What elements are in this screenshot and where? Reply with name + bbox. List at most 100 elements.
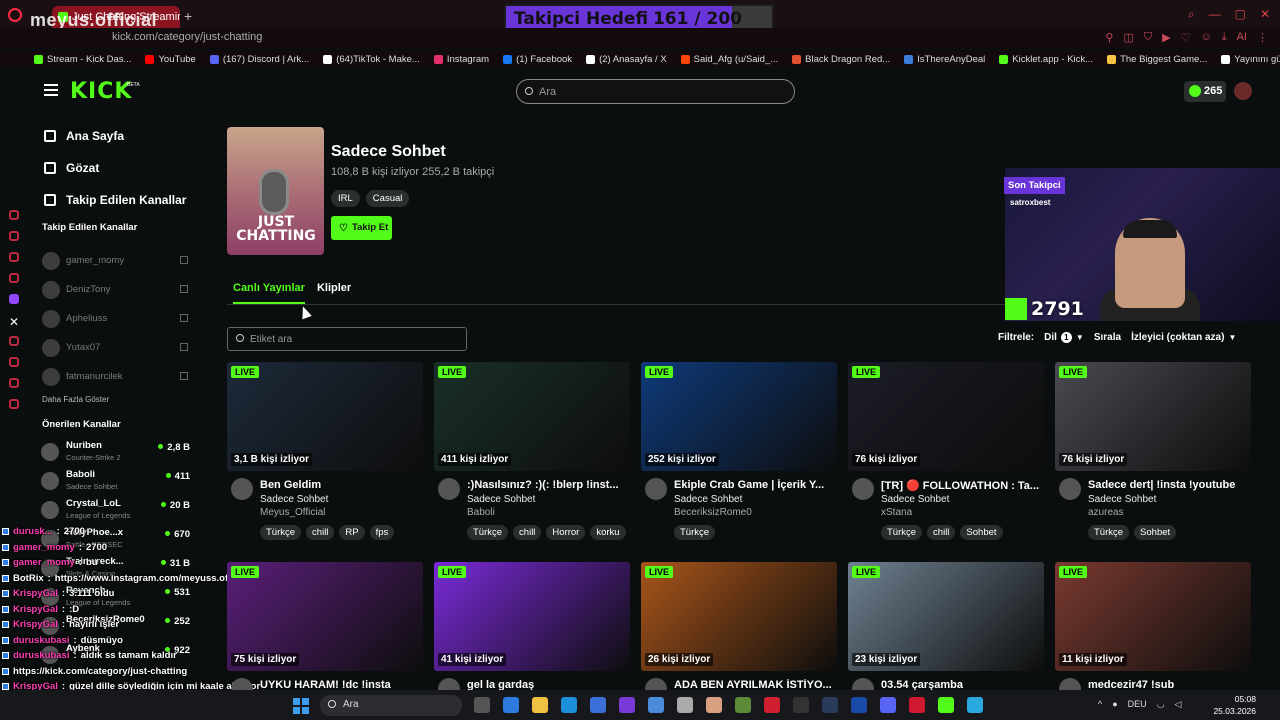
streamer-avatar[interactable] (645, 478, 667, 500)
stream-card[interactable]: LIVE 252 kişi izliyor Ekiple Crab Game | İ… (641, 362, 837, 547)
stream-category[interactable]: Sadece Sohbet (467, 494, 535, 505)
bookmark-item[interactable]: Stream - Kick Das... (34, 54, 131, 65)
tab-live[interactable]: Canlı Yayınlar (233, 282, 305, 304)
maximize-icon[interactable]: ▢ (1235, 7, 1246, 22)
stream-title[interactable]: Ben Geldim (260, 479, 423, 491)
stream-thumbnail[interactable]: LIVE 411 kişi izliyor (434, 362, 630, 471)
bookmark-item[interactable]: Said_Afg (u/Said_... (680, 54, 778, 65)
streamer-avatar[interactable] (852, 478, 874, 500)
stream-category[interactable]: Sadece Sohbet (674, 494, 742, 505)
kick-logo[interactable]: KICK (70, 79, 132, 104)
telegram-icon[interactable] (9, 231, 19, 241)
play-icon[interactable]: ▶ (1162, 31, 1170, 44)
recommended-channel-item[interactable]: Nuriben Counter-Strike 2 2,8 B (40, 437, 190, 466)
stream-title[interactable]: :)Nasılsınız? :)(: !blerp !inst... (467, 479, 630, 491)
stream-thumbnail[interactable]: LIVE 76 kişi izliyor (1055, 362, 1251, 471)
bookmark-item[interactable]: Black Dragon Red... (792, 54, 890, 65)
opera-logo-icon[interactable] (8, 8, 22, 22)
shield-icon[interactable]: ⛉ (1144, 31, 1152, 44)
stream-title[interactable]: Ekiple Crab Game | İçerik Y... (674, 479, 837, 491)
followed-channel-item[interactable]: Apheliuss (42, 304, 190, 333)
streamer-avatar[interactable] (1059, 478, 1081, 500)
stream-tag[interactable]: Türkçe (674, 525, 716, 540)
streamer-avatar[interactable] (231, 478, 253, 500)
whatsapp-icon[interactable] (9, 252, 19, 262)
tab-clips[interactable]: Klipler (317, 282, 351, 304)
stream-tag[interactable]: Horror (546, 525, 586, 540)
followed-channel-item[interactable]: Yutax07 (42, 333, 190, 362)
stream-tag[interactable]: Türkçe (467, 525, 509, 540)
settings-icon[interactable] (9, 399, 19, 409)
stream-title[interactable]: Sadece dert| !insta !youtube (1088, 479, 1251, 491)
stream-thumbnail[interactable]: LIVE 41 kişi izliyor (434, 562, 630, 671)
address-bar[interactable]: kick.com/category/just-chatting ⚲ ◫ ⛉ ▶ … (0, 28, 1280, 48)
github-icon[interactable] (677, 697, 693, 713)
edge-icon[interactable] (561, 697, 577, 713)
messenger-icon[interactable] (9, 210, 19, 220)
widgets-icon[interactable] (503, 697, 519, 713)
epic-games-icon[interactable] (793, 697, 809, 713)
stream-title[interactable]: [TR] 🔴 FOLLOWATHON : Ta... (881, 479, 1044, 492)
discord-icon[interactable] (880, 697, 896, 713)
url-text[interactable]: kick.com/category/just-chatting (112, 31, 262, 43)
bookmark-item[interactable]: Kicklet.app - Kick... (999, 54, 1093, 65)
bookmark-item[interactable]: (64)TikTok - Make... (323, 54, 420, 65)
tray-app-icon[interactable]: ● (1112, 699, 1117, 710)
stream-thumbnail[interactable]: LIVE 252 kişi izliyor (641, 362, 837, 471)
heart-icon[interactable]: ♡ (1181, 31, 1191, 44)
followed-channel-item[interactable]: DenizTony (42, 275, 190, 304)
taskbar-clock[interactable]: 05:08 25.03.2026 (1213, 693, 1256, 717)
ai-icon[interactable]: AI (1237, 31, 1247, 44)
recommended-channel-item[interactable]: Crystal_LoL League of Legends 20 B (40, 495, 190, 524)
windows-start-icon[interactable] (293, 698, 309, 714)
stream-category[interactable]: Sadece Sohbet (260, 494, 328, 505)
stream-card[interactable]: LIVE 11 kişi izliyor medcezir47 !sub (1055, 562, 1251, 700)
streamer-name[interactable]: Baboli (467, 507, 495, 518)
stream-tag[interactable]: chill (927, 525, 956, 540)
language-indicator[interactable]: DEU (1128, 699, 1147, 710)
bookmark-item[interactable]: The Biggest Game... (1107, 54, 1207, 65)
stream-tag[interactable]: RP (339, 525, 365, 540)
sidebar-item-home[interactable]: Ana Sayfa (44, 120, 186, 152)
record-icon[interactable] (764, 697, 780, 713)
stream-thumbnail[interactable]: LIVE 75 kişi izliyor (227, 562, 423, 671)
task-view-icon[interactable] (474, 697, 490, 713)
media-icon[interactable] (648, 697, 664, 713)
wifi-icon[interactable]: ◡ (1157, 699, 1165, 710)
telegram-icon[interactable] (967, 697, 983, 713)
follow-button[interactable]: ♡ Takip Et (331, 216, 392, 240)
streamer-name[interactable]: azureas (1088, 507, 1124, 518)
show-more-link[interactable]: Daha Fazla Göster (42, 395, 109, 404)
stream-card[interactable]: LIVE 75 kişi izliyor UYKU HARAM! !dc !inst… (227, 562, 423, 700)
kick-app-icon[interactable] (938, 697, 954, 713)
stream-card[interactable]: LIVE 76 kişi izliyor Sadece dert| !insta !… (1055, 362, 1251, 547)
stream-tag[interactable]: Türkçe (260, 525, 302, 540)
hamburger-menu-icon[interactable] (44, 84, 58, 99)
steam-icon[interactable] (822, 697, 838, 713)
bookmark-item[interactable]: (1) Facebook (503, 54, 572, 65)
stream-tag[interactable]: fps (369, 525, 395, 540)
stream-card[interactable]: LIVE 411 kişi izliyor :)Nasılsınız? :)(: !… (434, 362, 630, 547)
twitch-icon[interactable] (9, 294, 19, 304)
streamer-name[interactable]: BeceriksizRome0 (674, 507, 752, 518)
extensions-icon[interactable] (9, 378, 19, 388)
stream-card[interactable]: LIVE 76 kişi izliyor [TR] 🔴 FOLLOWATHON : … (848, 362, 1044, 547)
history-icon[interactable] (9, 357, 19, 367)
minimize-icon[interactable]: — (1209, 7, 1221, 22)
app-grid-icon[interactable] (619, 697, 635, 713)
profile-icon[interactable]: ☺ (1200, 31, 1211, 44)
stream-tag[interactable]: Türkçe (881, 525, 923, 540)
tag-search-input[interactable]: Etiket ara (227, 327, 467, 351)
pin-icon[interactable]: ⚲ (1105, 31, 1113, 44)
stream-thumbnail[interactable]: LIVE 11 kişi izliyor (1055, 562, 1251, 671)
volume-icon[interactable]: ◁ (1175, 699, 1182, 710)
streamer-name[interactable]: Meyus_Official (260, 507, 325, 518)
category-tag[interactable]: Casual (365, 190, 410, 207)
x-icon[interactable]: ✕ (9, 315, 19, 329)
language-filter[interactable]: Dil 1 ▼ (1044, 332, 1084, 343)
stream-tag[interactable]: chill (306, 525, 335, 540)
stream-tag[interactable]: korku (590, 525, 626, 540)
stream-card[interactable]: LIVE 41 kişi izliyor gel la gardaş (434, 562, 630, 700)
streamer-avatar[interactable] (438, 478, 460, 500)
search-tabs-icon[interactable]: ⌕ (1188, 7, 1195, 22)
